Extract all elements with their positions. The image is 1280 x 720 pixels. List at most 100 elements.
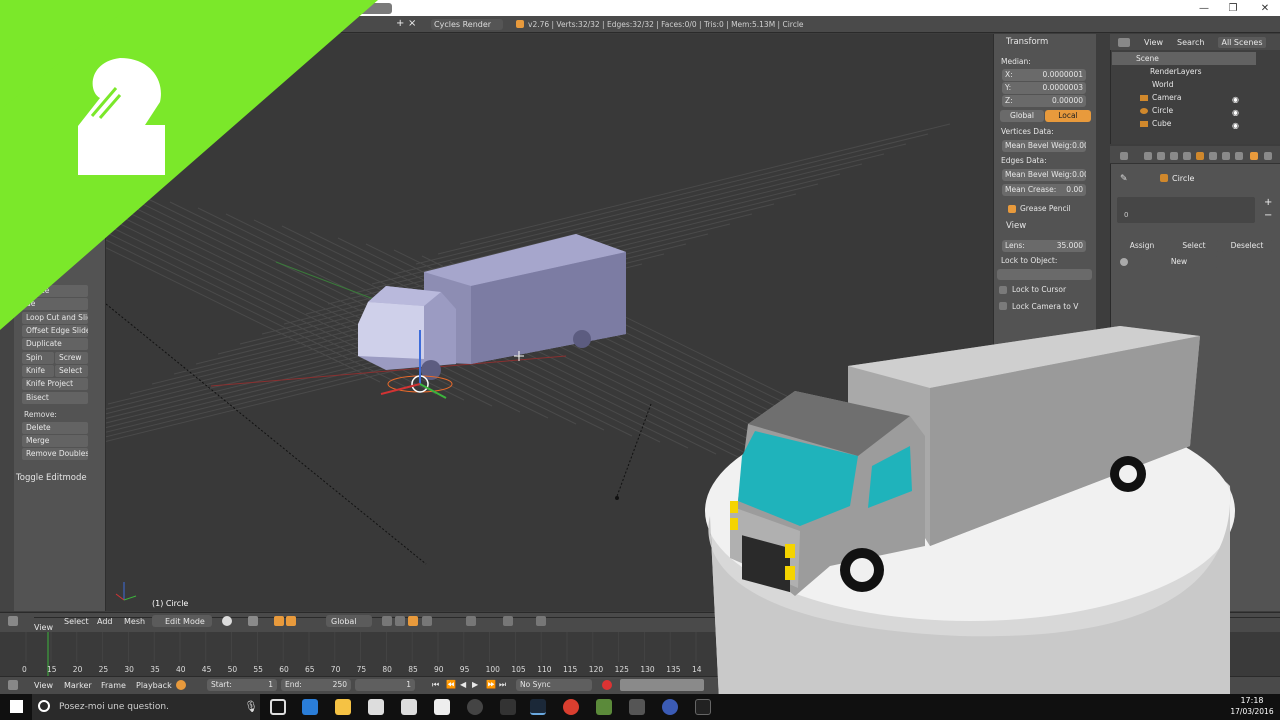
median-x-field[interactable]: X: 0.0000001 (1002, 69, 1086, 81)
clock-date[interactable]: 17/03/2016 (1226, 707, 1278, 716)
jump-start-icon[interactable]: ⏮ (432, 680, 439, 690)
pivot-point-icon[interactable] (248, 616, 258, 626)
knife-project-button[interactable]: Knife Project (22, 378, 88, 390)
windows-start-icon[interactable] (10, 700, 23, 713)
play-reverse-icon[interactable]: ◀ (460, 680, 466, 689)
next-keyframe-icon[interactable]: ⏩ (486, 680, 496, 689)
keying-set-field[interactable] (620, 679, 704, 691)
data-tab-icon[interactable] (1235, 152, 1243, 160)
render-tab-icon[interactable] (1144, 152, 1152, 160)
add-scene-button[interactable]: + (396, 18, 404, 29)
world-tab-icon[interactable] (1183, 152, 1191, 160)
knife-select-button[interactable]: Select (55, 365, 88, 377)
view3d-editor-icon[interactable] (8, 616, 18, 626)
cube-visibility-eye-icon[interactable]: ◉ (1232, 121, 1239, 130)
header-add-menu[interactable]: Add (97, 617, 113, 626)
outliner-search-menu[interactable]: Search (1177, 38, 1204, 47)
pin-icon[interactable]: ✎ (1120, 174, 1128, 184)
outliner-row-scene[interactable]: Scene (1112, 52, 1256, 65)
face-select-icon[interactable] (408, 616, 418, 626)
texture-tab-icon[interactable] (1264, 152, 1272, 160)
edge-icon[interactable] (302, 699, 318, 715)
snap-icon[interactable] (503, 616, 513, 626)
remove-slot-button[interactable]: − (1264, 210, 1272, 221)
menu-file[interactable]: File (30, 20, 55, 29)
collapse-arrow-icon[interactable] (16, 39, 22, 43)
lock-to-cursor-checkbox[interactable] (999, 286, 1007, 294)
outliner-row-world[interactable]: World (1112, 78, 1256, 91)
material-slot-list[interactable] (1117, 197, 1255, 223)
remove-scene-button[interactable]: × (408, 18, 416, 29)
toggle-editmode-panel[interactable]: Toggle Editmode (16, 473, 87, 483)
minecraft-icon[interactable] (596, 699, 612, 715)
play-icon[interactable]: ▶ (472, 680, 478, 689)
timeline-editor-icon[interactable] (8, 680, 18, 690)
clock-time[interactable]: 17:18 (1232, 696, 1272, 705)
select-button[interactable]: Select (1169, 240, 1219, 252)
header-select-menu[interactable]: Select (64, 617, 89, 626)
circle-visibility-eye-icon[interactable]: ◉ (1232, 108, 1239, 117)
scene-selector[interactable] (340, 3, 392, 14)
epic-games-icon[interactable] (695, 699, 711, 715)
timeline-playback-menu[interactable]: Playback (136, 681, 172, 690)
end-frame-field[interactable]: End: 250 (281, 679, 351, 691)
cortana-search-box[interactable]: Posez-moi une question. (32, 694, 260, 720)
duplicate-button[interactable]: Duplicate (22, 338, 88, 350)
translate-button[interactable]: Translate (22, 56, 88, 68)
headphones-icon[interactable] (467, 699, 483, 715)
display-mode-select[interactable]: All Scenes (1218, 36, 1266, 48)
file-explorer-icon[interactable] (335, 699, 351, 715)
proportional-edit-icon[interactable] (466, 616, 476, 626)
render-engine-select[interactable]: Cycles Render (431, 19, 503, 30)
lock-object-field[interactable] (997, 269, 1092, 280)
bisect-button[interactable]: Bisect (22, 392, 88, 404)
screw-button[interactable]: Screw (55, 352, 88, 364)
editor-type-icon[interactable] (6, 18, 20, 30)
mean-crease-field[interactable]: Mean Crease: 0.00 (1002, 184, 1086, 196)
object-tab-icon[interactable] (1196, 152, 1204, 160)
jump-end-icon[interactable]: ⏭ (499, 680, 506, 690)
offset-edge-slide-button[interactable]: Offset Edge Slide (22, 325, 88, 337)
web-icon[interactable] (662, 699, 678, 715)
lens-field[interactable]: Lens: 35.000 (1002, 240, 1086, 252)
timeline-view-menu[interactable]: View (34, 681, 53, 690)
chrome-icon[interactable] (563, 699, 579, 715)
menu-render[interactable]: Render (55, 20, 95, 29)
camera-visibility-eye-icon[interactable]: ◉ (1232, 95, 1239, 104)
assign-button[interactable]: Assign (1117, 240, 1167, 252)
store-icon[interactable] (368, 699, 384, 715)
record-icon[interactable] (602, 680, 612, 690)
constraints-tab-icon[interactable] (1209, 152, 1217, 160)
render-layers-tab-icon[interactable] (1157, 152, 1165, 160)
app-icon[interactable] (629, 699, 645, 715)
rotate-button[interactable]: Rotat (22, 69, 88, 81)
close-button[interactable]: ✕ (1250, 0, 1280, 16)
mean-bevel-edge-field[interactable]: Mean Bevel Weig:0.00 (1002, 169, 1086, 181)
current-frame-field[interactable]: 1 (355, 679, 415, 691)
document-icon[interactable] (434, 699, 450, 715)
mean-bevel-vertex-field[interactable]: Mean Bevel Weig:0.00 (1002, 140, 1086, 152)
sync-mode-select[interactable]: No Sync (516, 679, 592, 691)
remove-doubles-button[interactable]: Remove Doubles (22, 448, 88, 460)
timeline-marker-menu[interactable]: Marker (64, 681, 92, 690)
transform-panel-title[interactable]: Transform (22, 37, 64, 47)
spin-button[interactable]: Spin (22, 352, 54, 364)
modifiers-tab-icon[interactable] (1222, 152, 1230, 160)
add-slot-button[interactable]: + (1264, 197, 1272, 208)
outliner-editor-icon[interactable] (1118, 37, 1130, 47)
deselect-button[interactable]: Deselect (1221, 240, 1273, 252)
global-toggle[interactable]: Global (1000, 110, 1044, 122)
properties-editor-icon[interactable] (1120, 152, 1128, 160)
new-material-button[interactable]: New (1140, 256, 1218, 268)
manipulator-rotate-icon[interactable] (286, 616, 296, 626)
material-tab-icon[interactable] (1250, 152, 1258, 160)
merge-button[interactable]: Merge (22, 435, 88, 447)
grease-pencil-title[interactable]: Grease Pencil (1020, 204, 1071, 213)
loop-cut-button[interactable]: Loop Cut and Slide (22, 312, 88, 324)
median-y-field[interactable]: Y: 0.0000003 (1002, 82, 1086, 94)
render-preview-icon[interactable] (536, 616, 546, 626)
microphone-icon[interactable]: 🎙 (244, 700, 258, 713)
steam-icon[interactable] (530, 699, 546, 715)
material-browse-icon[interactable] (1120, 258, 1128, 266)
occlude-geometry-icon[interactable] (422, 616, 432, 626)
